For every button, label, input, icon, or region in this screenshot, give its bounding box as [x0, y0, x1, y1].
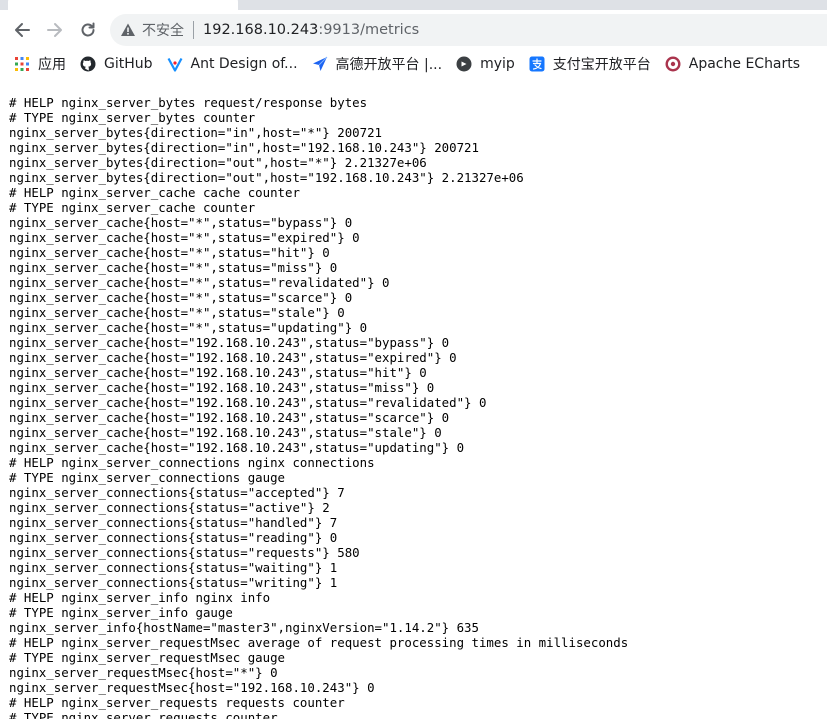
bookmark-antdesign[interactable]: Ant Design of...: [167, 50, 298, 78]
metrics-line: # TYPE nginx_server_requests counter: [9, 710, 278, 719]
metrics-line: nginx_server_cache{host="*",status="upda…: [9, 320, 368, 335]
metrics-line: # HELP nginx_server_info nginx info: [9, 590, 271, 605]
tab-strip: [0, 0, 827, 10]
back-button[interactable]: [8, 16, 36, 44]
bookmark-label: 应用: [38, 57, 66, 73]
metrics-line: # TYPE nginx_server_cache counter: [9, 200, 256, 215]
metrics-line: nginx_server_cache{host="192.168.10.243"…: [9, 350, 457, 365]
metrics-line: nginx_server_cache{host="192.168.10.243"…: [9, 410, 450, 425]
active-tab[interactable]: [8, 0, 238, 10]
metrics-line: nginx_server_cache{host="*",status="scar…: [9, 290, 353, 305]
address-bar[interactable]: 不安全 192.168.10.243:9913/metrics: [110, 14, 827, 46]
bookmark-label: Apache ECharts: [688, 56, 801, 72]
metrics-line: nginx_server_requestMsec{host="*"} 0: [9, 665, 278, 680]
forward-arrow-icon: [47, 23, 62, 37]
echarts-icon: [665, 56, 681, 72]
forward-button[interactable]: [41, 16, 69, 44]
bookmark-label: Ant Design of...: [190, 56, 298, 72]
bookmark-label: 支付宝开放平台: [552, 57, 651, 73]
reload-button[interactable]: [74, 16, 102, 44]
metrics-text: # HELP nginx_server_bytes request/respon…: [9, 95, 827, 719]
metrics-line: nginx_server_cache{host="*",status="bypa…: [9, 215, 353, 230]
metrics-line: nginx_server_bytes{direction="out",host=…: [9, 155, 427, 170]
github-icon: [80, 56, 96, 72]
bookmark-alipay[interactable]: 支付宝开放平台: [529, 50, 651, 78]
bookmarks-bar: 应用 GitHub Ant Design of... 高德开放平台 |... m…: [0, 50, 827, 78]
metrics-line: nginx_server_cache{host="*",status="reva…: [9, 275, 390, 290]
metrics-line: # TYPE nginx_server_requestMsec gauge: [9, 650, 286, 665]
metrics-line: nginx_server_bytes{direction="out",host=…: [9, 170, 524, 185]
metrics-line: nginx_server_connections{status="active"…: [9, 500, 330, 515]
bookmark-label: GitHub: [104, 56, 153, 72]
bookmark-apps[interactable]: 应用: [14, 50, 66, 78]
metrics-line: nginx_server_requestMsec{host="192.168.1…: [9, 680, 375, 695]
metrics-line: # TYPE nginx_server_connections gauge: [9, 470, 286, 485]
metrics-line: # TYPE nginx_server_bytes counter: [9, 110, 256, 125]
metrics-line: nginx_server_cache{host="*",status="stal…: [9, 305, 345, 320]
metrics-line: nginx_server_cache{host="192.168.10.243"…: [9, 365, 427, 380]
metrics-line: # HELP nginx_server_cache cache counter: [9, 185, 300, 200]
myip-icon: [456, 56, 472, 72]
metrics-line: nginx_server_info{hostName="master3",ngi…: [9, 620, 479, 635]
security-status-text[interactable]: 不安全: [142, 20, 184, 40]
metrics-line: nginx_server_connections{status="request…: [9, 545, 360, 560]
metrics-line: # TYPE nginx_server_info gauge: [9, 605, 233, 620]
bookmark-label: myip: [480, 56, 515, 72]
bookmark-label: 高德开放平台 |...: [335, 57, 443, 73]
bookmark-amap[interactable]: 高德开放平台 |...: [312, 50, 443, 78]
metrics-line: nginx_server_cache{host="192.168.10.243"…: [9, 440, 465, 455]
apps-grid-icon: [14, 56, 30, 72]
metrics-line: nginx_server_connections{status="waiting…: [9, 560, 338, 575]
bookmark-github[interactable]: GitHub: [80, 50, 153, 78]
alipay-icon: [529, 56, 545, 72]
bookmark-echarts[interactable]: Apache ECharts: [665, 50, 800, 78]
bookmark-myip[interactable]: myip: [456, 50, 515, 78]
amap-icon: [312, 56, 328, 72]
metrics-line: nginx_server_bytes{direction="in",host="…: [9, 125, 382, 140]
metrics-line: nginx_server_bytes{direction="in",host="…: [9, 140, 479, 155]
metrics-line: nginx_server_cache{host="*",status="miss…: [9, 260, 338, 275]
metrics-line: # HELP nginx_server_bytes request/respon…: [9, 95, 368, 110]
metrics-line: nginx_server_cache{host="192.168.10.243"…: [9, 335, 450, 350]
metrics-line: # HELP nginx_server_requestMsec average …: [9, 635, 629, 650]
reload-icon: [81, 22, 95, 37]
browser-toolbar: 不安全 192.168.10.243:9913/metrics: [0, 10, 827, 50]
metrics-line: nginx_server_connections{status="handled…: [9, 515, 338, 530]
metrics-line: nginx_server_cache{host="192.168.10.243"…: [9, 425, 442, 440]
metrics-line: nginx_server_cache{host="*",status="hit"…: [9, 245, 330, 260]
metrics-line: nginx_server_connections{status="accepte…: [9, 485, 345, 500]
metrics-line: # HELP nginx_server_requests requests co…: [9, 695, 345, 710]
warning-triangle-icon[interactable]: [120, 22, 136, 38]
back-arrow-icon: [15, 23, 30, 37]
url-path: :9913/metrics: [318, 22, 420, 38]
metrics-line: # HELP nginx_server_connections nginx co…: [9, 455, 375, 470]
metrics-line: nginx_server_cache{host="*",status="expi…: [9, 230, 360, 245]
metrics-line: nginx_server_connections{status="reading…: [9, 530, 338, 545]
antdesign-icon: [167, 56, 183, 72]
url-host: 192.168.10.243: [203, 22, 319, 38]
metrics-line: nginx_server_cache{host="192.168.10.243"…: [9, 395, 487, 410]
metrics-line: nginx_server_cache{host="192.168.10.243"…: [9, 380, 435, 395]
omnibox-separator: [193, 21, 194, 39]
metrics-line: nginx_server_connections{status="writing…: [9, 575, 338, 590]
